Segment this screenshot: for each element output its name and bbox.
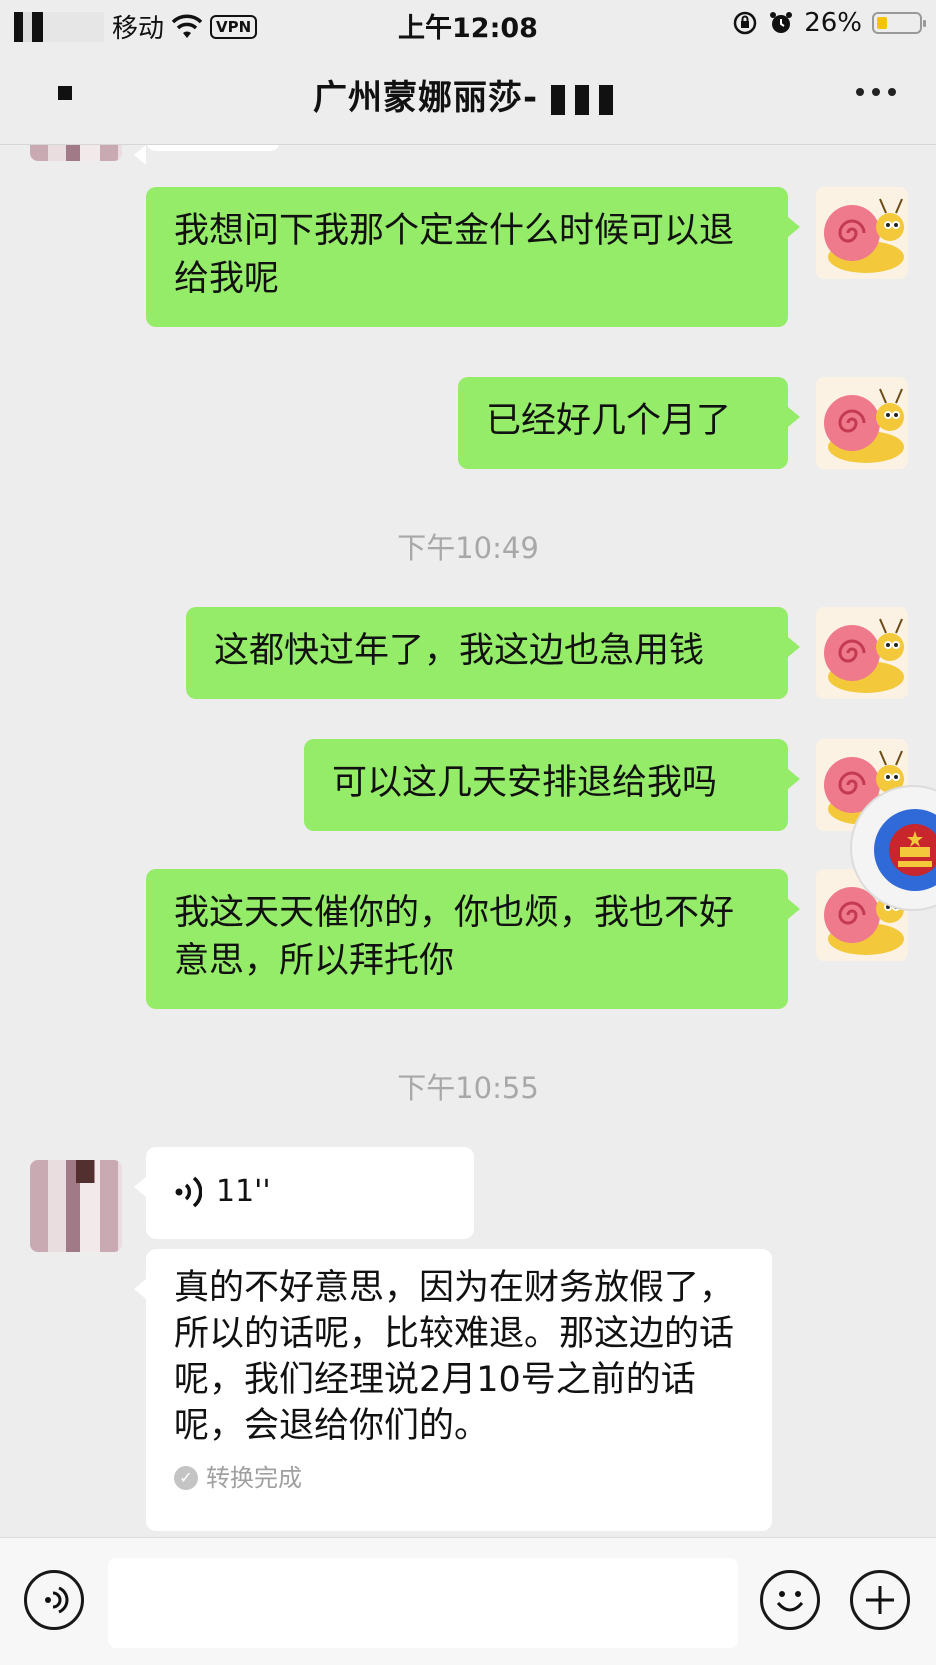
battery-percent: 26% — [804, 8, 862, 38]
message-input[interactable] — [108, 1558, 738, 1648]
conversion-status: ✓ 转换完成 — [174, 1463, 744, 1493]
voice-message[interactable]: 11'' — [134, 1147, 474, 1239]
input-bar — [0, 1537, 936, 1665]
message-bubble[interactable]: 已经好几个月了 — [458, 377, 800, 469]
emoji-button[interactable] — [760, 1570, 820, 1630]
message-bubble[interactable]: 可以这几天安排退给我吗 — [304, 739, 800, 831]
national-emblem-icon — [874, 809, 936, 891]
plus-icon — [866, 1586, 894, 1614]
emblem-graphic — [889, 824, 936, 876]
message-text: 可以这几天安排退给我吗 — [332, 763, 718, 803]
timestamp: 下午10:55 — [397, 1071, 539, 1105]
user-avatar[interactable] — [816, 377, 908, 469]
contact-avatar[interactable] — [30, 145, 122, 161]
more-functions-button[interactable] — [850, 1570, 910, 1630]
snail-icon — [824, 618, 904, 693]
more-dot — [888, 88, 896, 96]
battery-icon — [872, 12, 926, 34]
snail-icon — [824, 388, 904, 463]
more-dot — [872, 88, 880, 96]
user-avatar[interactable] — [816, 607, 908, 699]
chat-title-text: 广州蒙娜丽莎- — [313, 78, 539, 118]
chat-title: 广州蒙娜丽莎- — [0, 70, 936, 119]
chat-area[interactable]: 我想问下我那个定金什么时候可以退给我呢 已经好几个月了 下午10:49 这都快过… — [0, 145, 936, 1537]
message-bubble-partial[interactable] — [134, 145, 280, 165]
user-avatar[interactable] — [816, 187, 908, 279]
emoji-icon — [776, 1591, 804, 1612]
contact-avatar[interactable] — [30, 1160, 122, 1252]
status-right: 26% — [732, 8, 926, 38]
snail-icon — [824, 198, 904, 273]
redacted-name — [550, 84, 623, 115]
alarm-icon — [770, 12, 793, 33]
message-bubble[interactable]: 我这天天催你的，你也烦，我也不好意思，所以拜托你 — [146, 869, 800, 1009]
status-bar: 移动 VPN 上午12:08 26% — [0, 0, 936, 48]
message-text: 我想问下我那个定金什么时候可以退给我呢 — [174, 211, 735, 299]
voice-input-button[interactable] — [24, 1570, 84, 1630]
battery-fill — [877, 17, 887, 29]
voice-icon — [45, 1586, 69, 1614]
message-text: 我这天天催你的，你也烦，我也不好意思，所以拜托你 — [174, 893, 735, 981]
conversion-status-label: 转换完成 — [206, 1464, 302, 1492]
message-text: 这都快过年了，我这边也急用钱 — [214, 631, 705, 671]
message-bubble[interactable]: 这都快过年了，我这边也急用钱 — [186, 607, 800, 699]
voice-duration: 11'' — [216, 1174, 271, 1209]
chat-header: 广州蒙娜丽莎- — [0, 48, 936, 145]
more-dot — [856, 88, 864, 96]
rotation-lock-icon — [733, 11, 757, 35]
timestamp: 下午10:49 — [397, 531, 539, 565]
battery-nub — [923, 20, 926, 27]
message-text: 已经好几个月了 — [486, 401, 732, 441]
message-bubble[interactable]: 我想问下我那个定金什么时候可以退给我呢 — [146, 187, 800, 327]
check-icon: ✓ — [174, 1466, 198, 1490]
transcript-text: 真的不好意思，因为在财务放假了，所以的话呢，比较难退。那这边的话呢，我们经理说2… — [174, 1268, 735, 1446]
voice-playback-icon — [175, 1176, 202, 1208]
voice-transcript[interactable]: 真的不好意思，因为在财务放假了，所以的话呢，比较难退。那这边的话呢，我们经理说2… — [134, 1249, 772, 1531]
more-icon[interactable] — [856, 88, 896, 96]
